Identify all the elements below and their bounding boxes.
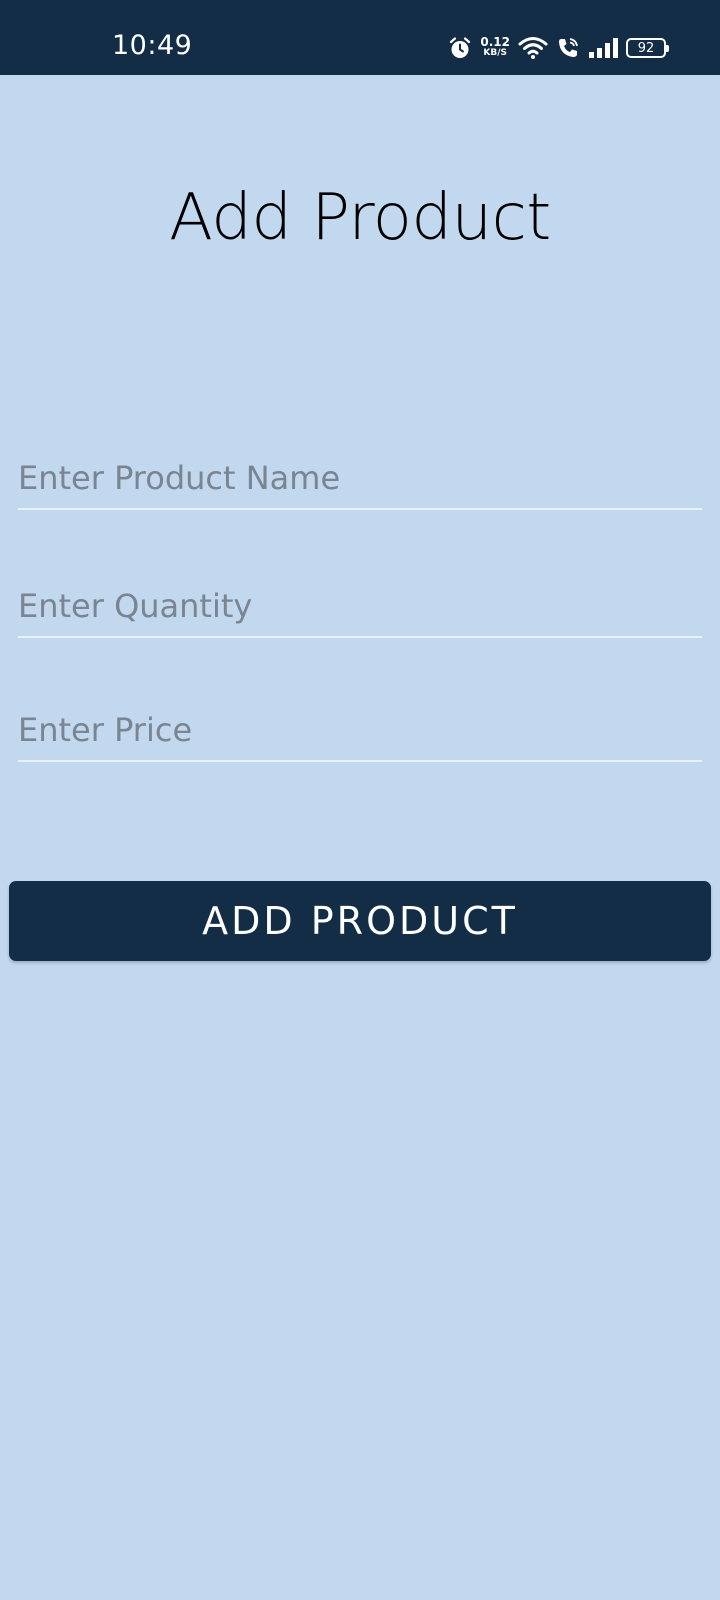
status-icons: 0.12 KB/S 92 [448,34,669,62]
status-bar: 10:49 0.12 KB/S 92 [0,0,720,75]
signal-icon [588,37,618,59]
page-title: Add Product [169,181,551,255]
quantity-input[interactable] [18,576,702,638]
call-icon [556,36,580,60]
alarm-icon [448,36,472,60]
product-name-input[interactable] [18,448,702,510]
battery-icon: 92 [626,38,669,58]
status-time: 10:49 [112,30,193,61]
battery-level: 92 [637,40,655,56]
net-speed-value: 0.12 [480,35,510,49]
net-speed-unit: KB/S [483,48,507,58]
add-product-button[interactable]: ADD PRODUCT [9,881,711,961]
price-input[interactable] [18,700,702,762]
net-speed-indicator: 0.12 KB/S [480,35,510,59]
wifi-icon [518,36,548,60]
